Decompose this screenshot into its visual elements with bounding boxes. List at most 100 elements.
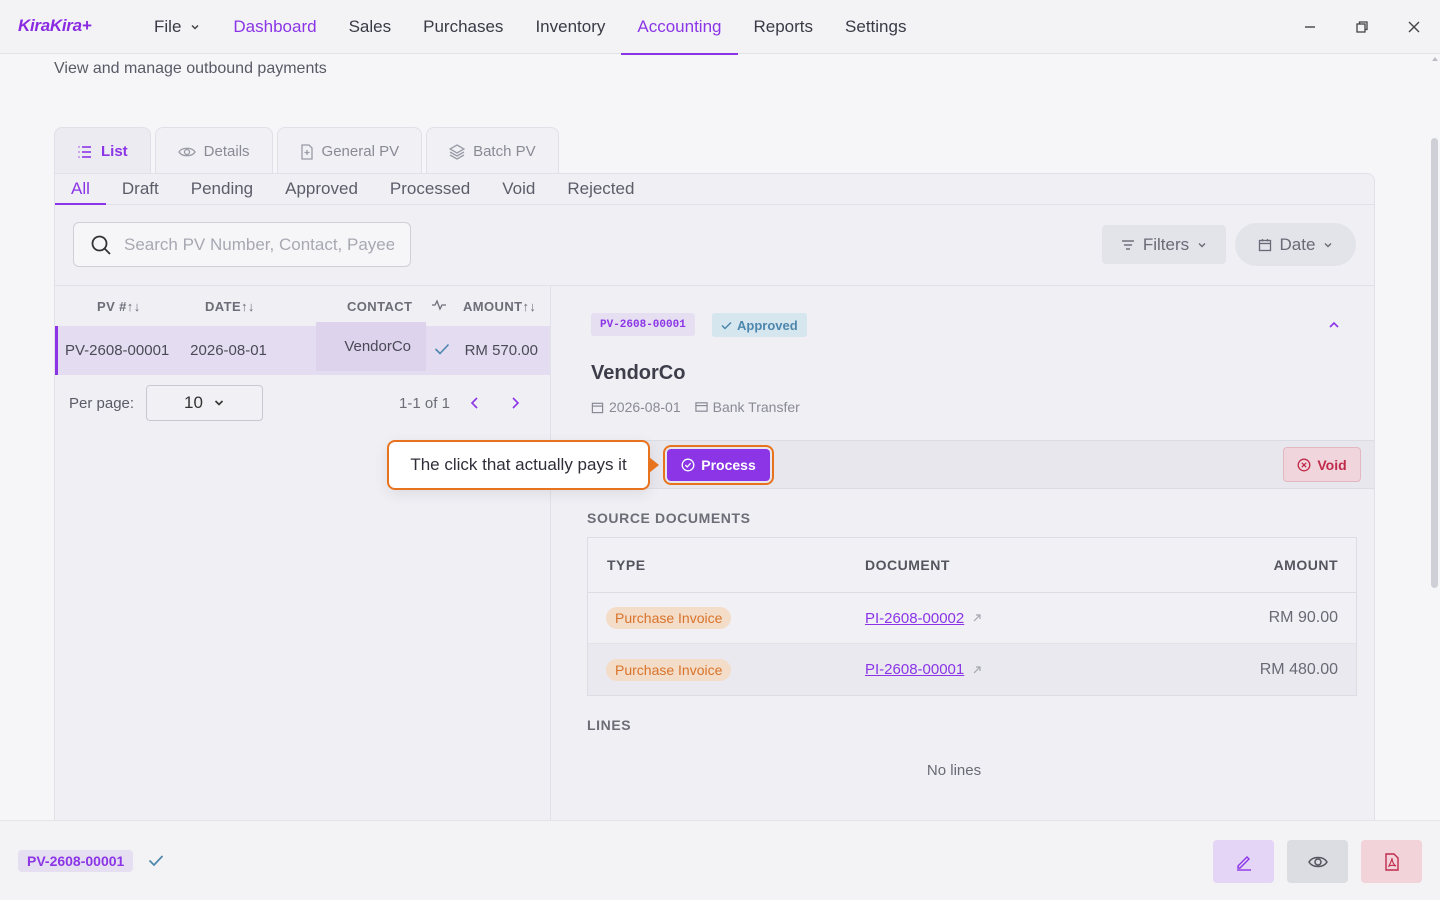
search-input[interactable] [124, 234, 394, 255]
meta-date-value: 2026-08-01 [609, 399, 681, 415]
pdf-button[interactable] [1361, 840, 1422, 883]
menu-settings[interactable]: Settings [829, 0, 922, 54]
per-page-label: Per page: [69, 394, 135, 412]
filter-pending[interactable]: Pending [175, 174, 269, 204]
edit-button[interactable] [1213, 840, 1274, 883]
menu-file[interactable]: File [138, 0, 217, 54]
filter-processed[interactable]: Processed [374, 174, 486, 204]
pv-detail: PV-2608-00001 Approved VendorCo 2026-08-… [551, 286, 1374, 834]
table-row: Purchase Invoice PI-2608-00002 RM 90.00 [588, 593, 1356, 644]
tab-general-pv[interactable]: General PV [276, 127, 423, 175]
meta-method-value: Bank Transfer [712, 399, 800, 415]
app-logo: KiraKira+ [18, 16, 92, 35]
tab-list[interactable]: List [54, 127, 151, 175]
no-lines-message: No lines [926, 762, 982, 779]
menu-dashboard[interactable]: Dashboard [217, 0, 332, 54]
per-page-select[interactable]: 10 [146, 385, 263, 421]
tab-details[interactable]: Details [154, 127, 273, 175]
col-document: DOCUMENT [865, 557, 950, 573]
col-contact: CONTACT [347, 298, 413, 314]
document-link[interactable]: PI-2608-00001 [865, 661, 964, 678]
filter-rejected[interactable]: Rejected [551, 174, 650, 204]
pv-meta: 2026-08-01 Bank Transfer [591, 399, 800, 415]
cell-type: Purchase Invoice [588, 607, 865, 629]
document-link[interactable]: PI-2608-00002 [865, 610, 964, 627]
chevron-right-icon[interactable] [508, 396, 522, 410]
chevron-left-icon[interactable] [468, 396, 482, 410]
filters-button[interactable]: Filters [1102, 225, 1226, 264]
menu-purchases[interactable]: Purchases [407, 0, 519, 54]
menu-accounting[interactable]: Accounting [621, 0, 738, 55]
external-link-icon[interactable] [972, 665, 982, 675]
col-amount[interactable]: AMOUNT↑↓ [461, 299, 550, 314]
page-subtitle: View and manage outbound payments [54, 60, 327, 77]
meta-method: Bank Transfer [694, 399, 800, 415]
restore-icon [1356, 21, 1368, 33]
table-row[interactable]: PV-2608-00001 2026-08-01 VendorCo RM 570… [55, 322, 550, 375]
file-plus-icon [300, 143, 313, 160]
status-filters: All Draft Pending Approved Processed Voi… [55, 174, 1374, 205]
chevron-up-icon[interactable] [1328, 319, 1340, 331]
col-type: TYPE [607, 557, 646, 573]
tab-details-label: Details [203, 143, 250, 160]
source-documents-title: SOURCE DOCUMENTS [587, 510, 751, 526]
pv-number-badge: PV-2608-00001 [591, 313, 695, 336]
cell-amount: RM 480.00 [1259, 660, 1338, 678]
table-header: PV #↑↓ DATE↑↓ CONTACT AMOUNT↑↓ [55, 286, 550, 326]
close-button[interactable] [1401, 14, 1427, 40]
menu-sales[interactable]: Sales [333, 0, 408, 54]
activity-icon [432, 298, 446, 311]
process-button[interactable]: Process [663, 445, 774, 485]
col-amount: AMOUNT [1273, 557, 1338, 573]
col-amount-label: AMOUNT [463, 298, 523, 314]
void-button[interactable]: Void [1283, 447, 1361, 482]
x-circle-icon [1297, 458, 1311, 471]
type-chip: Purchase Invoice [606, 607, 732, 629]
pencil-icon [1236, 855, 1251, 871]
tab-batch-pv[interactable]: Batch PV [426, 127, 559, 175]
scrollbar-thumb[interactable] [1431, 138, 1438, 588]
view-tabs: List Details General PV Batch PV [54, 127, 559, 175]
callout-arrow [649, 457, 659, 473]
col-pv-label: PV # [97, 298, 127, 314]
restore-button[interactable] [1349, 14, 1375, 40]
file-pdf-icon [1384, 852, 1399, 871]
filter-approved[interactable]: Approved [269, 174, 374, 204]
process-label: Process [701, 457, 756, 473]
scroll-up-icon[interactable] [1431, 56, 1439, 62]
menu-reports[interactable]: Reports [738, 0, 830, 54]
chevron-down-icon [191, 24, 199, 30]
preview-button[interactable] [1287, 840, 1348, 883]
status-label: Approved [737, 317, 798, 333]
col-pv[interactable]: PV #↑↓ [55, 299, 185, 314]
check-circle-icon [681, 458, 695, 472]
table-header: TYPE DOCUMENT AMOUNT [588, 538, 1356, 593]
minimize-button[interactable] [1297, 14, 1323, 40]
filter-void[interactable]: Void [486, 174, 551, 204]
list-icon [78, 145, 91, 158]
date-button[interactable]: Date [1235, 223, 1356, 266]
menu-file-label: File [154, 17, 182, 36]
table-row: Purchase Invoice PI-2608-00001 RM 480.00 [588, 644, 1356, 695]
close-icon [1408, 21, 1420, 33]
annotation-callout: The click that actually pays it [387, 440, 650, 490]
cell-contact: VendorCo [316, 322, 426, 371]
cell-amount: RM 570.00 [464, 342, 538, 359]
col-status [425, 298, 461, 314]
bottom-bar: PV-2608-00001 [0, 820, 1440, 900]
cell-document: PI-2608-00001 [865, 661, 1165, 678]
filter-lines-icon [1121, 239, 1134, 250]
tab-general-pv-label: General PV [321, 143, 400, 160]
main-panel: All Draft Pending Approved Processed Voi… [54, 173, 1375, 834]
col-date[interactable]: DATE↑↓ [185, 299, 315, 314]
void-label: Void [1317, 456, 1347, 473]
top-bar: KiraKira+ File Dashboard Sales Purchases… [0, 0, 1440, 55]
tab-batch-pv-label: Batch PV [473, 143, 536, 160]
external-link-icon[interactable] [972, 613, 982, 623]
filter-all[interactable]: All [55, 174, 106, 205]
menu-inventory[interactable]: Inventory [519, 0, 621, 54]
filter-draft[interactable]: Draft [106, 174, 175, 204]
calendar-icon [591, 402, 604, 413]
search-box [73, 222, 411, 267]
check-icon [721, 321, 732, 330]
